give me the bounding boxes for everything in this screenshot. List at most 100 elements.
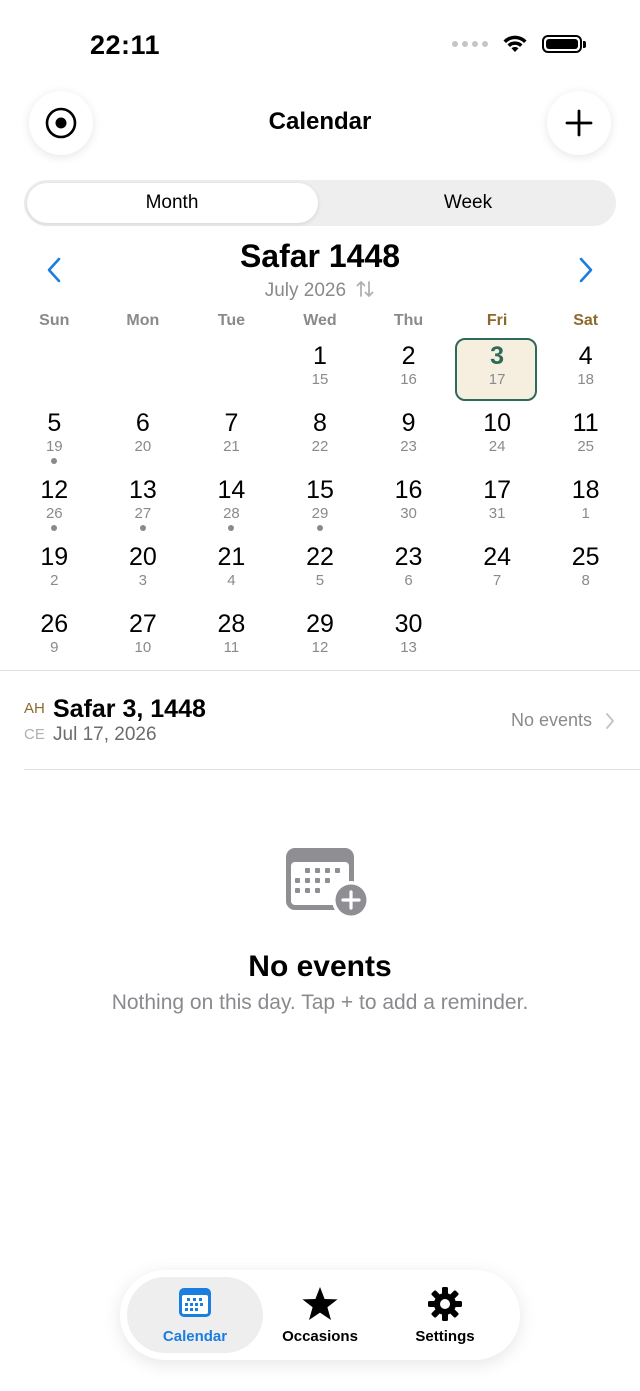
tab-calendar[interactable]: Calendar bbox=[130, 1270, 260, 1360]
month-title: Safar 1448 bbox=[239, 238, 401, 274]
calendar-day[interactable]: 6 20 bbox=[99, 403, 188, 470]
gregorian-day-number: 3 bbox=[138, 572, 148, 589]
ce-label: CE bbox=[24, 726, 45, 743]
add-event-button[interactable] bbox=[547, 91, 611, 155]
hijri-day-number: 11 bbox=[572, 409, 599, 437]
status-time: 22:11 bbox=[90, 30, 161, 60]
swap-arrows-icon bbox=[356, 281, 374, 297]
gregorian-day-number: 22 bbox=[311, 438, 329, 455]
hijri-day-number: 24 bbox=[483, 543, 511, 571]
calendar-day[interactable]: 28 11 bbox=[187, 604, 276, 671]
calendar-icon bbox=[179, 1288, 211, 1317]
gregorian-day-number: 18 bbox=[577, 371, 594, 388]
hijri-day-number: 7 bbox=[224, 409, 239, 437]
hijri-day-number: 1 bbox=[313, 342, 327, 370]
calendar-day[interactable]: 19 2 bbox=[10, 537, 99, 604]
tab-occasions-label: Occasions bbox=[282, 1328, 358, 1345]
calendar-day[interactable]: 4 18 bbox=[541, 336, 630, 403]
weekday-wed: Wed bbox=[303, 312, 337, 329]
calendar-day[interactable]: 14 28 bbox=[187, 470, 276, 537]
calendar-day[interactable]: 23 6 bbox=[364, 537, 453, 604]
calendar-day[interactable]: 24 7 bbox=[453, 537, 542, 604]
hijri-day-number: 21 bbox=[217, 543, 246, 571]
calendar-day[interactable]: 21 4 bbox=[187, 537, 276, 604]
calendar-day[interactable]: 12 26 bbox=[10, 470, 99, 537]
calendar-day[interactable]: 11 25 bbox=[541, 403, 630, 470]
hijri-day-number: 27 bbox=[128, 610, 157, 638]
calendar-day[interactable]: 13 27 bbox=[99, 470, 188, 537]
month-subtitle[interactable]: July 2026 bbox=[0, 279, 640, 302]
gregorian-day-number: 31 bbox=[488, 505, 506, 522]
gregorian-month: July 2026 bbox=[264, 280, 347, 301]
calendar-day[interactable]: 5 19 bbox=[10, 403, 99, 470]
plus-icon bbox=[565, 109, 593, 137]
hijri-day-number: 4 bbox=[578, 342, 593, 370]
divider bbox=[0, 670, 640, 671]
calendar-day[interactable]: 7 21 bbox=[187, 403, 276, 470]
star-icon bbox=[302, 1287, 338, 1320]
calendar-day[interactable]: 15 29 bbox=[276, 470, 365, 537]
calendar-grid: 1 15 2 16 3 17 4 18 5 19 6 20 7 21 8 22 9 23 10 24 11 25 12 26 1… bbox=[10, 336, 630, 671]
tab-week[interactable]: Week bbox=[320, 180, 616, 226]
gregorian-day-number: 8 bbox=[581, 572, 590, 589]
calendar-day[interactable]: 8 22 bbox=[276, 403, 365, 470]
hijri-day-number: 26 bbox=[40, 610, 69, 638]
signal-icon bbox=[452, 41, 488, 47]
weekday-sat: Sat bbox=[573, 312, 599, 329]
weekday-fri: Fri bbox=[486, 312, 508, 329]
hijri-day-number: 17 bbox=[483, 476, 511, 504]
calendar-empty-cell bbox=[187, 336, 276, 403]
gregorian-day-number: 26 bbox=[45, 505, 63, 522]
calendar-day[interactable]: 2 16 bbox=[364, 336, 453, 403]
empty-state-title: No events bbox=[248, 950, 392, 983]
gregorian-day-number: 6 bbox=[404, 572, 413, 589]
tab-settings[interactable]: Settings bbox=[380, 1270, 510, 1360]
next-month-button[interactable] bbox=[572, 255, 600, 285]
calendar-day[interactable]: 1 15 bbox=[276, 336, 365, 403]
calendar-day[interactable]: 30 13 bbox=[364, 604, 453, 671]
view-switcher: Month Week bbox=[24, 180, 616, 226]
gregorian-day-number: 20 bbox=[134, 438, 152, 455]
gregorian-day-number: 30 bbox=[400, 505, 417, 522]
hijri-day-number: 16 bbox=[394, 476, 423, 504]
gregorian-day-number: 28 bbox=[223, 505, 240, 522]
gregorian-day-number: 25 bbox=[577, 438, 594, 455]
gregorian-day-number: 1 bbox=[581, 505, 590, 522]
gregorian-day-number: 19 bbox=[45, 438, 63, 455]
calendar-day[interactable]: 20 3 bbox=[99, 537, 188, 604]
calendar-empty-cell bbox=[99, 336, 188, 403]
divider bbox=[24, 769, 640, 770]
gregorian-day-number: 9 bbox=[50, 639, 59, 656]
hijri-day-number: 18 bbox=[571, 476, 600, 504]
empty-state-subtitle: Nothing on this day. Tap + to add a remi… bbox=[111, 991, 529, 1014]
calendar-day[interactable]: 10 24 bbox=[453, 403, 542, 470]
calendar-day[interactable]: 22 5 bbox=[276, 537, 365, 604]
weekday-mon: Mon bbox=[126, 312, 160, 329]
calendar-day[interactable]: 16 30 bbox=[364, 470, 453, 537]
tab-bar: Calendar Occasions Settings bbox=[120, 1270, 520, 1360]
tab-month[interactable]: Month bbox=[24, 180, 320, 226]
gregorian-day-number: 7 bbox=[492, 572, 502, 589]
gregorian-day-number: 17 bbox=[488, 371, 506, 388]
calendar-day[interactable]: 3 17 bbox=[453, 336, 542, 403]
calendar-day[interactable]: 25 8 bbox=[541, 537, 630, 604]
status-indicators bbox=[452, 34, 586, 54]
event-dot bbox=[51, 525, 58, 531]
hijri-day-number: 8 bbox=[313, 409, 327, 437]
gear-icon bbox=[428, 1287, 462, 1321]
weekday-header: Sun Mon Tue Wed Thu Fri Sat bbox=[10, 312, 630, 330]
gregorian-day-number: 5 bbox=[315, 572, 325, 589]
calendar-day[interactable]: 26 9 bbox=[10, 604, 99, 671]
tab-calendar-label: Calendar bbox=[162, 1328, 228, 1345]
calendar-day[interactable]: 27 10 bbox=[99, 604, 188, 671]
gregorian-day-number: 24 bbox=[488, 438, 506, 455]
gregorian-day-number: 23 bbox=[400, 438, 417, 455]
tab-occasions[interactable]: Occasions bbox=[255, 1270, 385, 1360]
calendar-day[interactable]: 9 23 bbox=[364, 403, 453, 470]
calendar-day[interactable]: 29 12 bbox=[276, 604, 365, 671]
calendar-day[interactable]: 18 1 bbox=[541, 470, 630, 537]
tab-settings-label: Settings bbox=[415, 1328, 475, 1345]
ah-label: AH bbox=[24, 700, 45, 717]
events-summary: No events bbox=[510, 710, 592, 730]
calendar-day[interactable]: 17 31 bbox=[453, 470, 542, 537]
